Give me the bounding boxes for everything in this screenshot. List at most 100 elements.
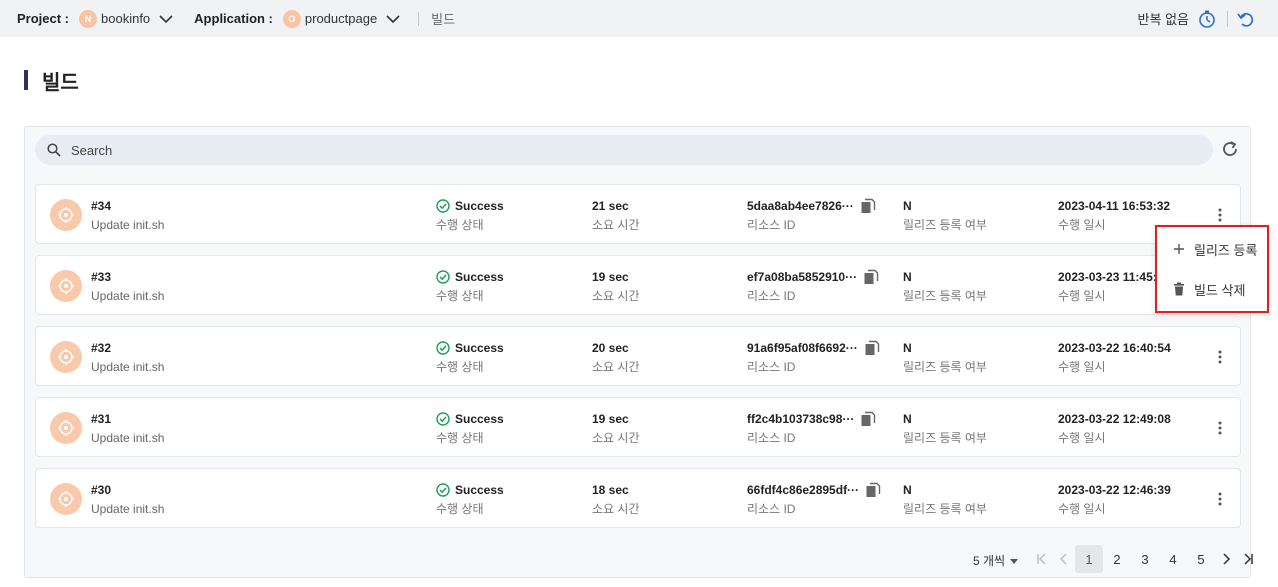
status-label: 수행 상태 (436, 360, 484, 374)
refresh-icon[interactable] (1221, 140, 1239, 158)
build-number-cell: #32 Update init.sh (91, 340, 164, 375)
resource-cell: 5daa8ab4ee7826··· 리소스 ID (747, 198, 876, 233)
commit-message: Update init.sh (91, 502, 165, 516)
chevron-down-icon[interactable] (158, 11, 174, 27)
copy-icon[interactable] (864, 340, 880, 356)
undo-refresh-icon[interactable] (1236, 9, 1256, 29)
build-number[interactable]: #32 (91, 340, 164, 356)
title-accent-bar (24, 70, 28, 90)
build-avatar-icon (50, 341, 82, 373)
first-page-icon[interactable] (1031, 545, 1053, 573)
duration-cell: 20 sec 소요 시간 (592, 340, 640, 375)
build-number[interactable]: #34 (91, 198, 164, 214)
date-value: 2023-03-22 12:49:08 (1058, 412, 1171, 426)
commit-message: Update init.sh (91, 218, 165, 232)
date-label: 수행 일시 (1058, 289, 1106, 303)
resource-id-value: 5daa8ab4ee7826··· (747, 199, 854, 213)
date-value: 2023-04-11 16:53:32 (1058, 199, 1171, 213)
date-label: 수행 일시 (1058, 431, 1106, 445)
application-select[interactable]: productpage (305, 11, 377, 26)
date-label: 수행 일시 (1058, 218, 1106, 232)
build-avatar-icon (50, 199, 82, 231)
page-title: 빌드 (24, 69, 79, 94)
status-label: 수행 상태 (436, 218, 484, 232)
date-cell: 2023-03-22 12:49:08 수행 일시 (1058, 411, 1171, 446)
stopwatch-icon[interactable] (1197, 9, 1217, 29)
items-per-page-select[interactable]: 5 개씩 (973, 552, 1020, 569)
status-value: Success (455, 199, 504, 213)
more-options-icon[interactable] (1212, 347, 1228, 367)
search-input[interactable] (71, 142, 971, 158)
resource-cell: 66fdf4c86e2895df··· 리소스 ID (747, 482, 881, 517)
copy-icon[interactable] (860, 411, 876, 427)
build-number[interactable]: #30 (91, 482, 164, 498)
release-value: N (903, 270, 912, 284)
duration-cell: 21 sec 소요 시간 (592, 198, 640, 233)
more-options-icon[interactable] (1212, 205, 1228, 225)
commit-message: Update init.sh (91, 289, 165, 303)
top-bar-actions: 반복 없음 (1138, 0, 1256, 37)
search-icon (47, 143, 61, 157)
duration-label: 소요 시간 (592, 218, 640, 232)
resource-label: 리소스 ID (747, 360, 796, 374)
prev-page-icon[interactable] (1053, 545, 1075, 573)
page-button[interactable]: 5 (1187, 545, 1215, 573)
duration-value: 18 sec (592, 483, 629, 497)
build-number[interactable]: #31 (91, 411, 164, 427)
page-button[interactable]: 1 (1075, 545, 1103, 573)
release-cell: N 릴리즈 등록 여부 (903, 198, 987, 233)
build-row[interactable]: #34 Update init.sh Success 수행 상태 21 sec … (35, 184, 1241, 244)
status-cell: Success 수행 상태 (436, 411, 504, 446)
search-bar[interactable] (35, 135, 1213, 165)
status-label: 수행 상태 (436, 502, 484, 516)
release-value: N (903, 341, 912, 355)
page-button[interactable]: 2 (1103, 545, 1131, 573)
page-button[interactable]: 4 (1159, 545, 1187, 573)
date-value: 2023-03-23 11:45:2 (1058, 270, 1164, 284)
release-value: N (903, 412, 912, 426)
more-options-icon[interactable] (1212, 489, 1228, 509)
status-cell: Success 수행 상태 (436, 269, 504, 304)
resource-id-value: 91a6f95af08f6692··· (747, 341, 858, 355)
status-value: Success (455, 270, 504, 284)
check-circle-icon (436, 483, 450, 497)
check-circle-icon (436, 199, 450, 213)
project-select[interactable]: bookinfo (101, 11, 150, 26)
register-release-menu-item[interactable]: 릴리즈 등록 (1157, 231, 1267, 267)
page-button[interactable]: 3 (1131, 545, 1159, 573)
duration-label: 소요 시간 (592, 360, 640, 374)
row-context-menu: 릴리즈 등록 빌드 삭제 (1155, 225, 1269, 313)
pagination-footer: 5 개씩 12345 (25, 543, 1253, 577)
date-label: 수행 일시 (1058, 360, 1106, 374)
next-page-icon[interactable] (1215, 545, 1237, 573)
release-cell: N 릴리즈 등록 여부 (903, 411, 987, 446)
duration-cell: 19 sec 소요 시간 (592, 269, 640, 304)
release-cell: N 릴리즈 등록 여부 (903, 340, 987, 375)
build-number-cell: #34 Update init.sh (91, 198, 164, 233)
copy-icon[interactable] (863, 269, 879, 285)
copy-icon[interactable] (865, 482, 881, 498)
check-circle-icon (436, 412, 450, 426)
page-title-text: 빌드 (42, 71, 79, 94)
build-row[interactable]: #30 Update init.sh Success 수행 상태 18 sec … (35, 468, 1241, 528)
application-label: Application : (194, 11, 273, 26)
breadcrumb-divider (418, 11, 420, 26)
delete-build-menu-item[interactable]: 빌드 삭제 (1157, 271, 1267, 307)
build-row[interactable]: #32 Update init.sh Success 수행 상태 20 sec … (35, 326, 1241, 386)
more-options-icon[interactable] (1212, 418, 1228, 438)
build-avatar-icon (50, 483, 82, 515)
status-value: Success (455, 483, 504, 497)
copy-icon[interactable] (860, 198, 876, 214)
resource-label: 리소스 ID (747, 502, 796, 516)
status-label: 수행 상태 (436, 289, 484, 303)
resource-cell: ff2c4b103738c98··· 리소스 ID (747, 411, 876, 446)
last-page-icon[interactable] (1237, 545, 1259, 573)
chevron-down-icon[interactable] (385, 11, 401, 27)
build-row[interactable]: #33 Update init.sh Success 수행 상태 19 sec … (35, 255, 1241, 315)
date-cell: 2023-03-22 12:46:39 수행 일시 (1058, 482, 1171, 517)
project-label: Project : (17, 11, 70, 26)
caret-down-icon (1010, 558, 1019, 564)
register-release-label: 릴리즈 등록 (1194, 242, 1258, 258)
build-row[interactable]: #31 Update init.sh Success 수행 상태 19 sec … (35, 397, 1241, 457)
build-number[interactable]: #33 (91, 269, 164, 285)
